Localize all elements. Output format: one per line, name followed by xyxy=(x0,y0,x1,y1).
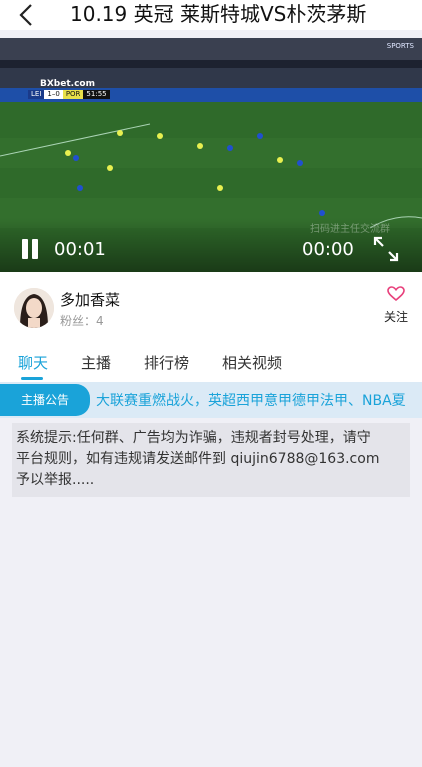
system-message-line: 平台规则，如有违规请发送邮件到 qiujin6788@163.com xyxy=(16,451,380,467)
chevron-left-icon xyxy=(19,4,32,26)
pause-icon xyxy=(22,239,28,259)
heart-icon xyxy=(387,286,405,302)
follow-button[interactable]: 关注 xyxy=(378,286,414,330)
pause-button[interactable] xyxy=(20,239,40,261)
top-bar: 10.19 英冠 莱斯特城VS朴茨茅斯 xyxy=(0,0,422,30)
scorebug-home: LEI xyxy=(28,90,45,99)
pause-icon-bar xyxy=(32,239,38,259)
page-title: 10.19 英冠 莱斯特城VS朴茨茅斯 xyxy=(70,2,367,26)
fans-count-row: 粉丝：4 xyxy=(60,312,104,329)
fans-label: 粉丝： xyxy=(60,314,97,328)
scorebug-score: 1–0 xyxy=(44,90,63,99)
announcement-badge: 主播公告 xyxy=(0,384,90,416)
system-message-line: 予以举报..... xyxy=(16,472,95,488)
anchor-name: 多加香菜 xyxy=(60,291,121,309)
system-message: 系统提示:任何群、广告均为诈骗，违规者封号处理，请守 平台规则，如有违规请发送邮… xyxy=(12,423,410,497)
tab-related-videos[interactable]: 相关视频 xyxy=(222,352,282,373)
scorebug-clock: 51:55 xyxy=(83,90,110,99)
total-time: 00:00 xyxy=(302,239,354,260)
video-player[interactable]: SPORTS LEI 1–0 POR 51:55 BXbet.com 00:01… xyxy=(0,38,422,272)
active-tab-indicator xyxy=(21,377,43,380)
fullscreen-icon xyxy=(373,236,399,262)
tab-ranking[interactable]: 排行榜 xyxy=(144,352,189,373)
tab-chat[interactable]: 聊天 xyxy=(18,352,48,373)
scorebug: LEI 1–0 POR 51:55 xyxy=(28,90,110,99)
fullscreen-button[interactable] xyxy=(372,235,400,263)
ad-board-text: BXbet.com xyxy=(40,79,95,89)
tab-bar: 聊天 主播 排行榜 相关视频 xyxy=(0,344,422,382)
fans-count: 4 xyxy=(96,314,104,328)
avatar[interactable] xyxy=(14,288,54,328)
tab-anchor[interactable]: 主播 xyxy=(81,352,111,373)
announcement-bar: 主播公告 大联赛重燃战火，英超西甲意甲德甲法甲、NBA夏 xyxy=(0,382,422,418)
avatar-image xyxy=(14,288,54,328)
back-button[interactable] xyxy=(14,3,40,27)
video-watermark: 扫码进主任交流群 xyxy=(310,224,390,235)
anchor-info: 多加香菜 粉丝：4 关注 xyxy=(0,272,422,344)
announcement-text: 大联赛重燃战火，英超西甲意甲德甲法甲、NBA夏 xyxy=(96,393,406,409)
broadcaster-logo: SPORTS xyxy=(386,42,414,50)
current-time: 00:01 xyxy=(54,239,106,260)
scorebug-away: POR xyxy=(62,90,84,99)
system-message-line: 系统提示:任何群、广告均为诈骗，违规者封号处理，请守 xyxy=(16,430,371,446)
follow-label: 关注 xyxy=(383,310,408,324)
